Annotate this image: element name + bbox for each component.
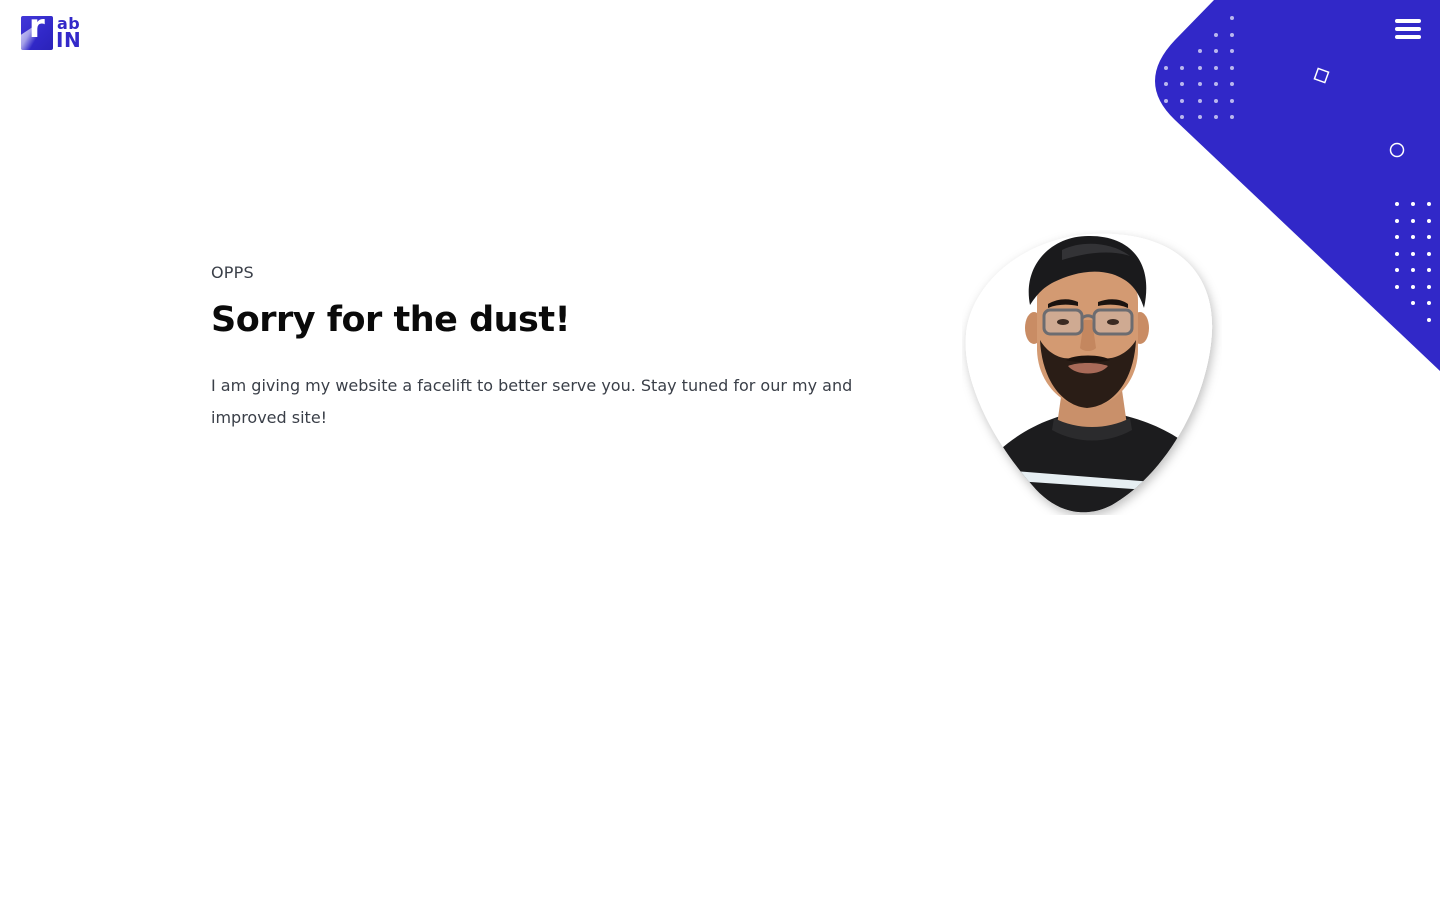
eyebrow-text: OPPS: [211, 263, 254, 282]
page: r ab IN OPPS Sorry for the dust! I am gi…: [0, 0, 1440, 900]
hamburger-bar: [1395, 19, 1421, 23]
page-title: Sorry for the dust!: [211, 300, 571, 340]
page-description: I am giving my website a facelift to bet…: [211, 376, 853, 427]
logo-letter: r: [29, 16, 45, 45]
hamburger-bar: [1395, 35, 1421, 39]
logo-mark: r: [21, 16, 53, 50]
site-logo[interactable]: r ab IN: [21, 16, 81, 52]
hamburger-bar: [1395, 27, 1421, 31]
main-content: OPPS Sorry for the dust! I am giving my …: [211, 262, 871, 434]
avatar-illustration: [965, 233, 1213, 513]
hamburger-icon[interactable]: [1392, 16, 1424, 42]
logo-text-bottom: IN: [56, 28, 82, 52]
